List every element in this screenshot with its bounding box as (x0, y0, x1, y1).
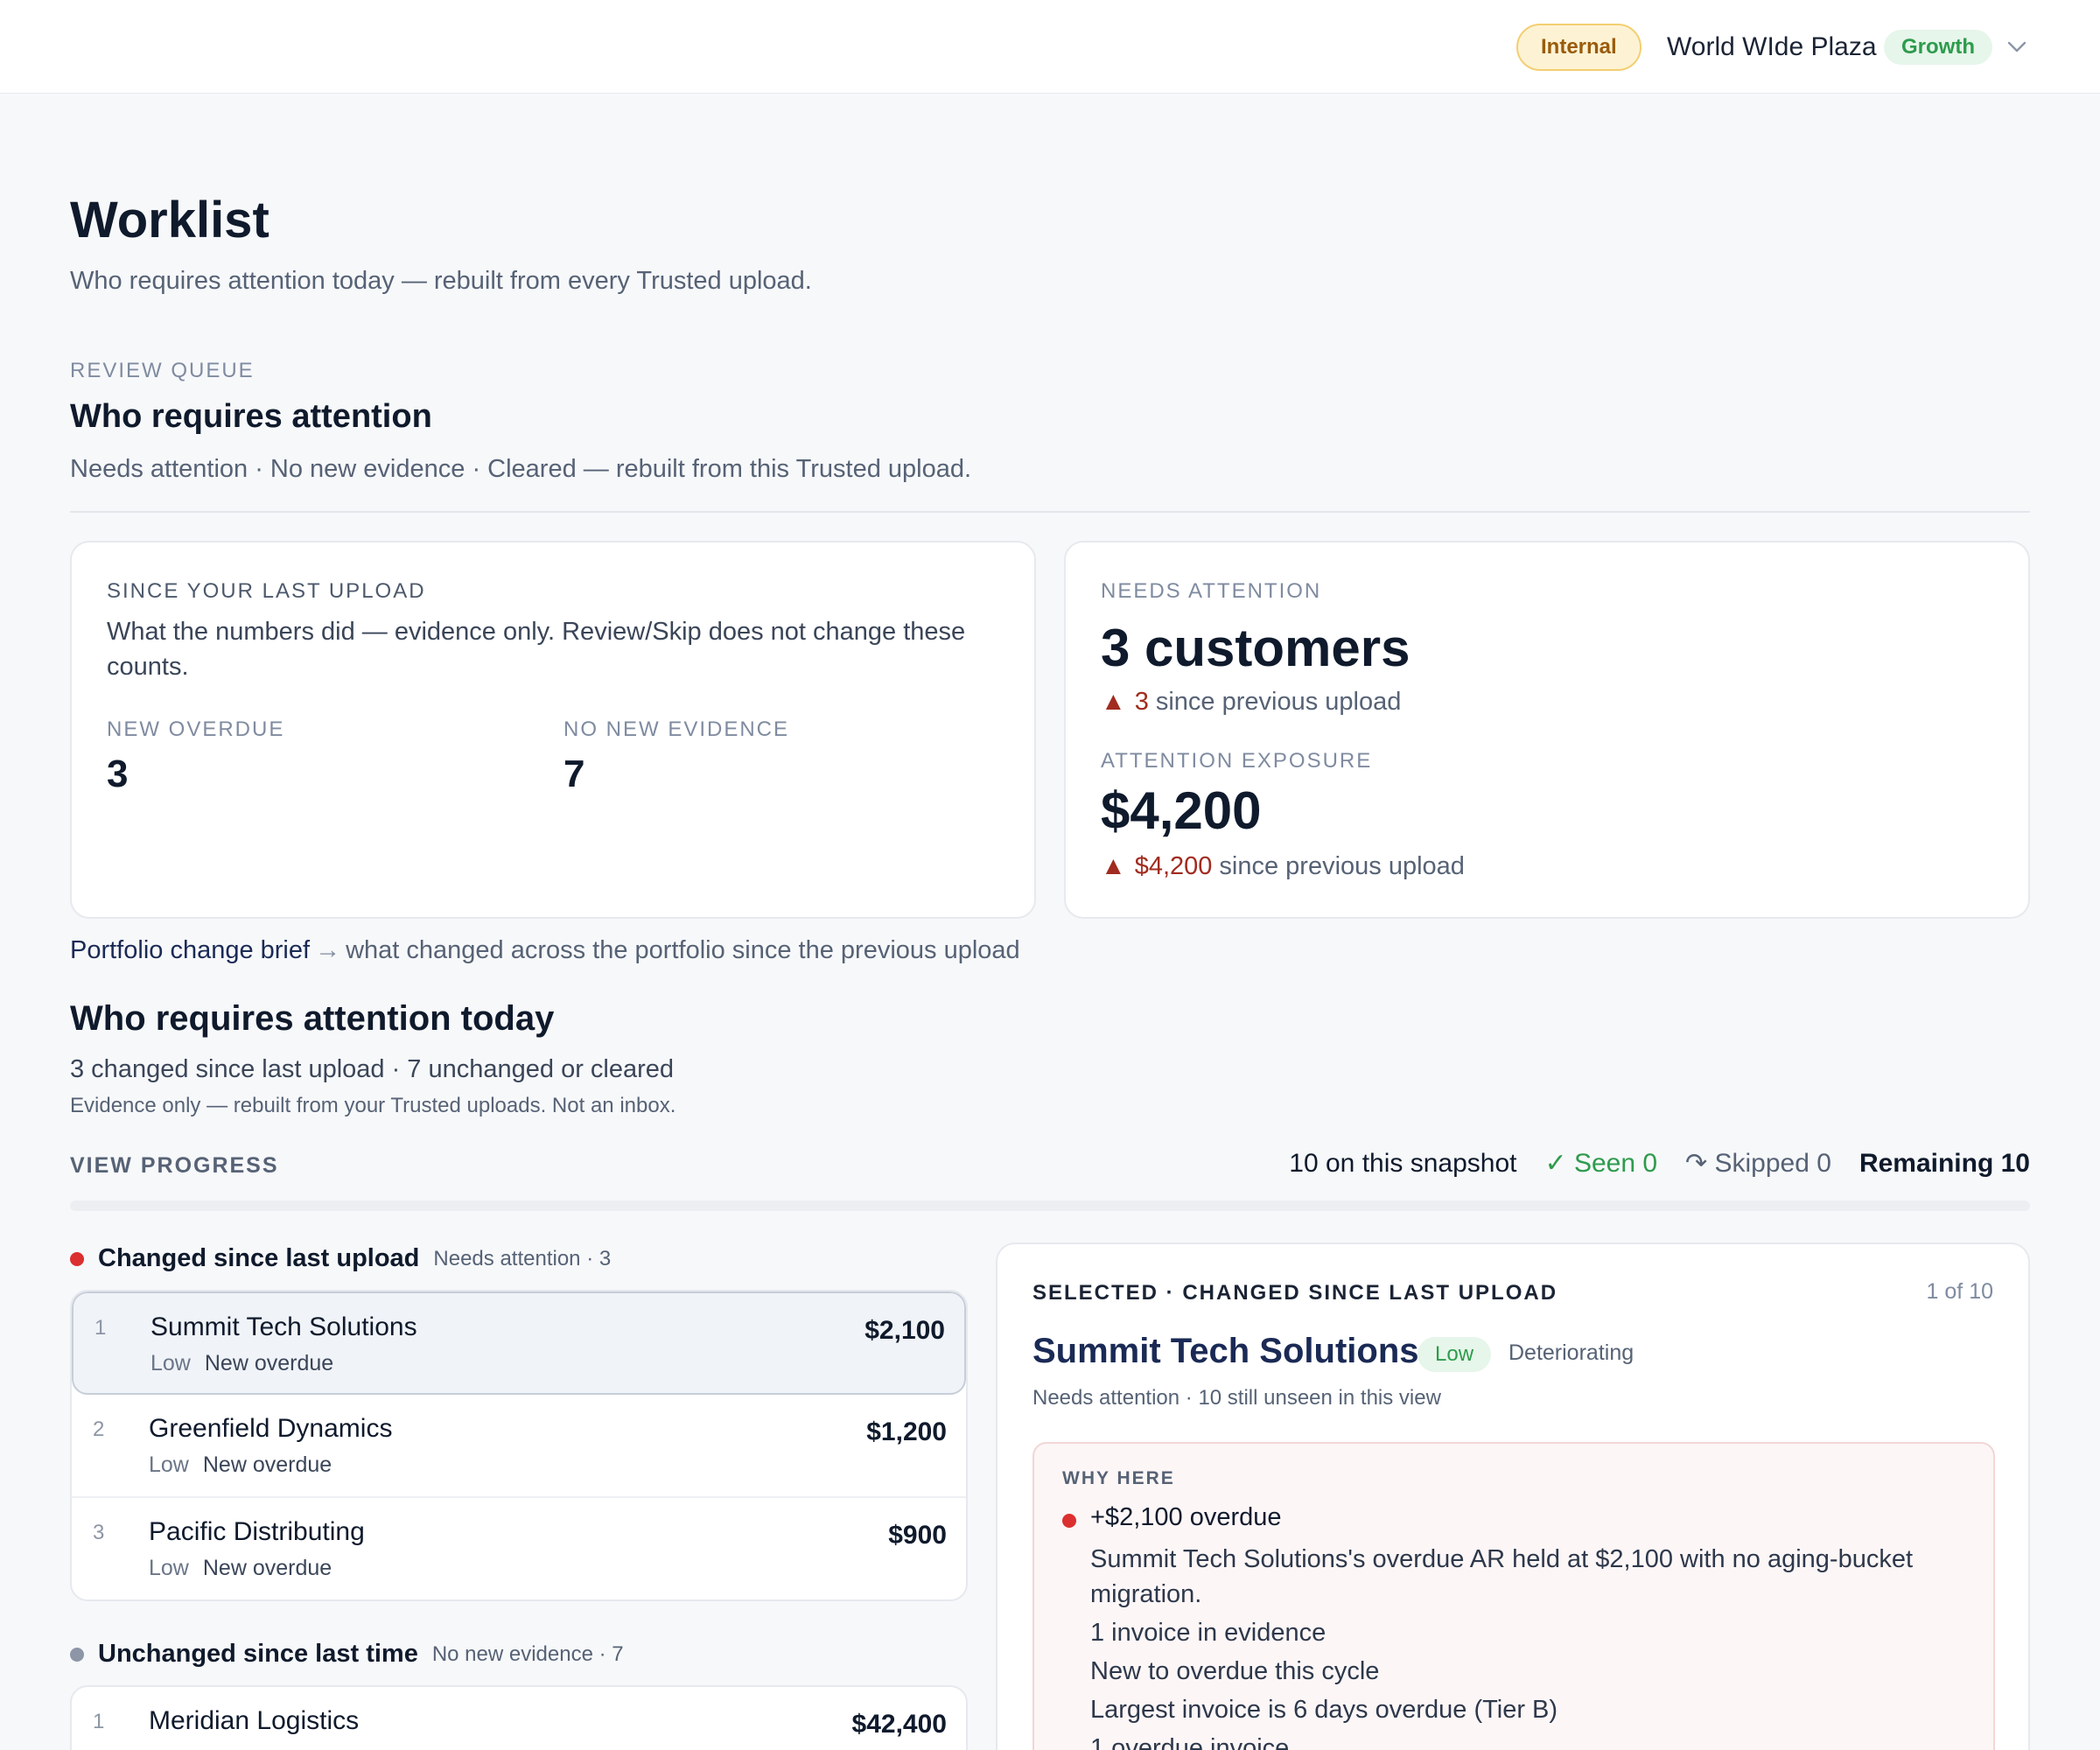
row-meta: Low New overdue (150, 1351, 334, 1376)
plan-badge: Growth (1884, 30, 1992, 65)
portfolio-brief-link[interactable]: Portfolio change brief (70, 936, 310, 964)
reason-line: 1 invoice in evidence (1090, 1619, 1326, 1647)
view-progress-stats: 10 on this snapshot ✓ Seen 0 ↷ Skipped 0… (1289, 1148, 2030, 1179)
portfolio-brief: Portfolio change brief → what changed acro… (70, 936, 1020, 965)
selected-detail-panel: SELECTED · CHANGED SINCE LAST UPLOAD 1 o… (996, 1242, 2030, 1750)
detail-eyebrow: SELECTED · CHANGED SINCE LAST UPLOAD (1032, 1281, 1558, 1305)
worklist-note: Evidence only — rebuilt from your Truste… (70, 1094, 676, 1117)
status-dot-icon (1062, 1514, 1076, 1528)
environment-badge: Internal (1516, 24, 1642, 71)
no-new-evidence-value: 7 (564, 752, 585, 795)
worklist-title: Who requires attention today (70, 999, 555, 1038)
needs-attention-card: NEEDS ATTENTION 3 customers ▲ 3 since prev… (1064, 541, 2030, 919)
row-index: 2 (93, 1418, 105, 1441)
review-queue-eyebrow: REVIEW QUEUE (70, 359, 255, 382)
divider (70, 511, 2030, 513)
group-meta: No new evidence · 7 (431, 1642, 624, 1666)
org-name[interactable]: World WIde Plaza (1667, 30, 1877, 65)
chevron-down-icon[interactable] (2004, 33, 2030, 60)
group-title: Changed since last upload (98, 1244, 420, 1272)
row-meta: Low New overdue (149, 1556, 332, 1580)
risk-badge: Low (1418, 1337, 1492, 1372)
seen-count: ✓ Seen 0 (1544, 1149, 1658, 1178)
progress-bar (70, 1200, 2030, 1211)
customers-delta: ▲ 3 since previous upload (1101, 688, 1402, 716)
changed-list: 1 Summit Tech Solutions Low New overdue $… (70, 1290, 968, 1601)
list-item[interactable]: 2 Greenfield Dynamics Low New overdue $1,… (72, 1395, 966, 1498)
arrow-right-icon: → (315, 936, 341, 964)
why-here-label: WHY HERE (1062, 1468, 1175, 1488)
exposure-delta: ▲ $4,200 since previous upload (1101, 852, 1465, 880)
top-bar: Internal World WIde Plaza Growth (0, 0, 2100, 94)
trend-label: Deteriorating (1508, 1340, 1634, 1365)
snapshot-total: 10 on this snapshot (1289, 1148, 1517, 1178)
customer-name: Summit Tech Solutions (150, 1312, 417, 1341)
up-triangle-icon: ▲ (1101, 852, 1126, 880)
group-title: Unchanged since last time (98, 1640, 418, 1668)
new-overdue-value: 3 (107, 752, 129, 795)
needs-attention-eyebrow: NEEDS ATTENTION (1101, 579, 1322, 603)
list-item[interactable]: 1 Meridian Logistics $42,400 (72, 1687, 966, 1750)
reason-line: 1 overdue invoice (1090, 1734, 1290, 1750)
list-item[interactable]: 3 Pacific Distributing Low New overdue $9… (72, 1498, 966, 1600)
detail-subtitle: Needs attention · 10 still unseen in thi… (1032, 1386, 1441, 1410)
list-item[interactable]: 1 Summit Tech Solutions Low New overdue $… (72, 1292, 966, 1395)
changed-group-header: Changed since last upload Needs attentio… (70, 1244, 611, 1273)
page-subtitle: Who requires attention today — rebuilt f… (70, 267, 812, 295)
group-meta: Needs attention · 3 (433, 1246, 612, 1270)
page-title: Worklist (70, 192, 270, 248)
reason-line: Summit Tech Solutions's overdue AR held … (1090, 1545, 1914, 1608)
status-dot-icon (70, 1647, 84, 1662)
row-amount: $900 (888, 1521, 947, 1550)
detail-customer-name: Summit Tech Solutions (1032, 1332, 1419, 1370)
row-meta: Low New overdue (149, 1452, 332, 1477)
row-index: 1 (93, 1710, 105, 1733)
review-queue-title: Who requires attention (70, 398, 432, 435)
customer-name: Meridian Logistics (149, 1706, 360, 1735)
row-amount: $1,200 (866, 1418, 947, 1446)
portfolio-brief-text: what changed across the portfolio since … (346, 936, 1020, 964)
no-new-evidence-label: NO NEW EVIDENCE (564, 718, 790, 741)
exposure-label: ATTENTION EXPOSURE (1101, 749, 1373, 773)
detail-position: 1 of 10 (1926, 1279, 1993, 1304)
skipped-count: ↷ Skipped 0 (1685, 1149, 1831, 1178)
why-headline: +$2,100 overdue (1090, 1503, 1282, 1531)
why-reasons: Summit Tech Solutions's overdue AR held … (1090, 1542, 1965, 1750)
status-dot-icon (70, 1251, 84, 1266)
since-card-eyebrow: SINCE YOUR LAST UPLOAD (107, 579, 426, 603)
row-index: 3 (93, 1521, 105, 1544)
up-triangle-icon: ▲ (1101, 688, 1126, 716)
view-progress-label: VIEW PROGRESS (70, 1153, 279, 1178)
reason-line: Largest invoice is 6 days overdue (Tier … (1090, 1696, 1558, 1724)
row-index: 1 (94, 1316, 107, 1340)
reason-line: New to overdue this cycle (1090, 1657, 1380, 1685)
customers-count: 3 customers (1101, 619, 1410, 677)
row-amount: $2,100 (864, 1316, 945, 1345)
review-queue-subtitle: Needs attention · No new evidence · Clea… (70, 455, 972, 483)
since-card-description: What the numbers did — evidence only. Re… (107, 618, 966, 681)
new-overdue-label: NEW OVERDUE (107, 718, 285, 741)
since-last-upload-card: SINCE YOUR LAST UPLOAD What the numbers … (70, 541, 1036, 919)
worklist-subtitle: 3 changed since last upload · 7 unchange… (70, 1055, 675, 1083)
why-here-box: WHY HERE +$2,100 overdue Summit Tech Sol… (1032, 1442, 1995, 1750)
unchanged-list: 1 Meridian Logistics $42,400 (70, 1685, 968, 1750)
row-amount: $42,400 (851, 1710, 947, 1739)
exposure-value: $4,200 (1101, 781, 1262, 840)
customer-name: Greenfield Dynamics (149, 1414, 393, 1443)
customer-name: Pacific Distributing (149, 1517, 365, 1546)
remaining-count: Remaining 10 (1858, 1148, 2030, 1178)
unchanged-group-header: Unchanged since last time No new evidenc… (70, 1640, 624, 1669)
